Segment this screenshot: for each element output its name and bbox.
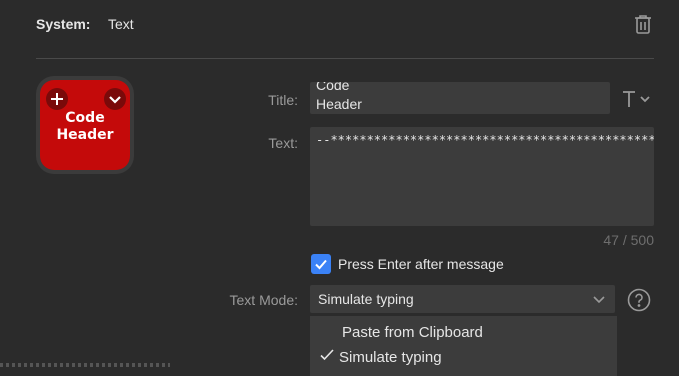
dropdown-option-paste[interactable]: Paste from Clipboard: [310, 322, 617, 346]
key-label: Code Header: [56, 110, 114, 143]
dropdown-option-simulate[interactable]: Simulate typing: [310, 347, 617, 371]
text-format-icon[interactable]: [620, 88, 656, 110]
text-value[interactable]: --**************************************…: [310, 127, 654, 153]
checkmark-icon: [319, 347, 335, 367]
title-field[interactable]: Code Header: [310, 82, 610, 114]
text-mode-select[interactable]: Simulate typing: [310, 285, 615, 313]
title-label: Title:: [268, 92, 298, 108]
background-row-fragment: [0, 363, 170, 367]
plus-icon[interactable]: [46, 88, 68, 110]
system-label: System:: [36, 16, 91, 32]
char-counter: 47 / 500: [603, 232, 654, 248]
trash-icon[interactable]: [631, 12, 655, 36]
chevron-down-icon[interactable]: [104, 88, 126, 110]
press-enter-checkbox[interactable]: [311, 254, 331, 274]
press-enter-label[interactable]: Press Enter after message: [338, 256, 504, 272]
text-mode-label: Text Mode:: [229, 292, 298, 308]
key-preview[interactable]: Code Header: [36, 76, 134, 174]
text-mode-dropdown: Paste from Clipboard Simulate typing: [310, 316, 617, 376]
chevron-down-icon: [591, 291, 607, 310]
key-face[interactable]: Code Header: [40, 80, 130, 170]
header-divider: [36, 58, 654, 59]
system-value: Text: [108, 16, 134, 32]
checkmark-icon: [315, 259, 327, 270]
help-icon[interactable]: [627, 288, 651, 312]
text-label: Text:: [268, 135, 298, 151]
text-mode-value: Simulate typing: [318, 291, 414, 307]
title-value[interactable]: Code Header: [310, 82, 610, 114]
text-field[interactable]: --**************************************…: [310, 127, 654, 226]
